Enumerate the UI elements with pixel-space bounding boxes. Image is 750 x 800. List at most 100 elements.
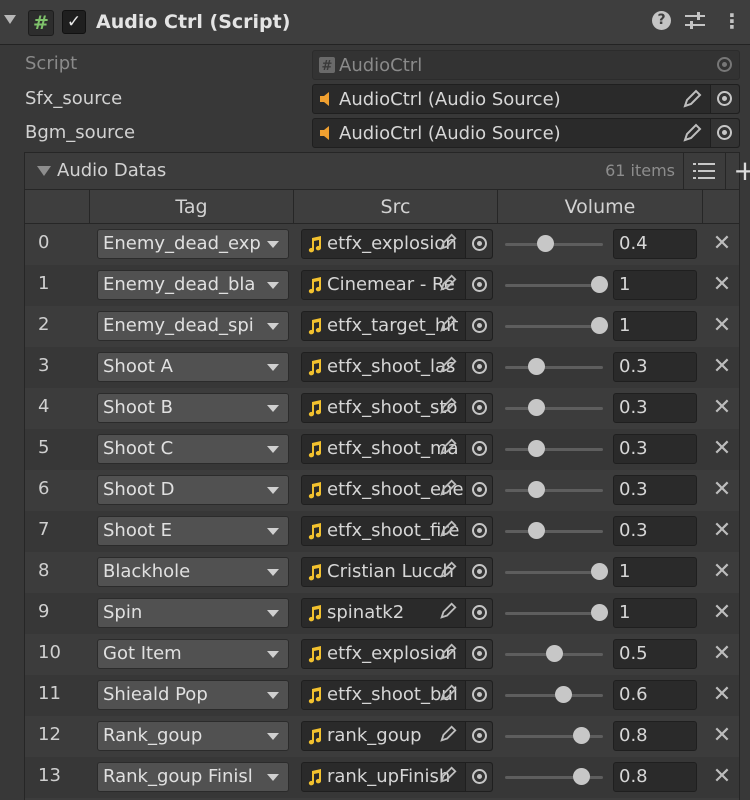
remove-item-icon[interactable]: ✕ <box>709 230 735 258</box>
tag-dropdown[interactable]: Rank_goup Finisl <box>97 762 289 792</box>
volume-slider-thumb[interactable] <box>591 276 608 293</box>
object-picker-icon[interactable] <box>465 640 492 668</box>
tag-dropdown[interactable]: Shoot D <box>97 475 289 505</box>
add-item-button[interactable]: + <box>731 156 750 186</box>
pencil-icon[interactable] <box>438 355 458 375</box>
src-audioclip-field[interactable]: etfx_shoot_ma <box>301 434 493 464</box>
volume-slider-thumb[interactable] <box>573 727 590 744</box>
remove-item-icon[interactable]: ✕ <box>709 599 735 627</box>
object-picker-icon[interactable] <box>710 119 739 147</box>
src-audioclip-field[interactable]: etfx_shoot_bul <box>301 680 493 710</box>
pencil-icon[interactable] <box>681 88 703 110</box>
help-icon[interactable]: ? <box>652 11 671 30</box>
volume-input[interactable]: 1 <box>613 557 697 587</box>
object-picker-icon[interactable] <box>465 722 492 750</box>
tag-dropdown[interactable]: Got Item <box>97 639 289 669</box>
volume-slider-track[interactable] <box>505 612 603 615</box>
volume-slider-thumb[interactable] <box>573 768 590 785</box>
volume-slider-thumb[interactable] <box>555 686 572 703</box>
src-audioclip-field[interactable]: etfx_shoot_ene <box>301 475 493 505</box>
list-foldout-arrow-icon[interactable] <box>37 166 51 176</box>
volume-input[interactable]: 0.8 <box>613 762 697 792</box>
tag-dropdown[interactable]: Blackhole <box>97 557 289 587</box>
object-picker-icon[interactable] <box>465 517 492 545</box>
src-audioclip-field[interactable]: spinatk2 <box>301 598 493 628</box>
src-audioclip-field[interactable]: etfx_target_hit <box>301 311 493 341</box>
volume-slider-track[interactable] <box>505 530 603 533</box>
volume-slider-thumb[interactable] <box>528 522 545 539</box>
src-audioclip-field[interactable]: Cinemear - Re <box>301 270 493 300</box>
object-picker-icon[interactable] <box>465 558 492 586</box>
volume-slider-track[interactable] <box>505 571 603 574</box>
tag-dropdown[interactable]: Shoot E <box>97 516 289 546</box>
src-column-header[interactable]: Src <box>294 190 497 224</box>
volume-input[interactable]: 0.6 <box>613 680 697 710</box>
pencil-icon[interactable] <box>438 683 458 703</box>
volume-input[interactable]: 0.8 <box>613 721 697 751</box>
tag-dropdown[interactable]: Enemy_dead_exp <box>97 229 289 259</box>
remove-item-icon[interactable]: ✕ <box>709 763 735 791</box>
src-audioclip-field[interactable]: etfx_shoot_fire <box>301 516 493 546</box>
bgm-source-field[interactable]: AudioCtrl (Audio Source) <box>312 118 740 148</box>
remove-item-icon[interactable]: ✕ <box>709 517 735 545</box>
pencil-icon[interactable] <box>438 765 458 785</box>
volume-slider-track[interactable] <box>505 284 603 287</box>
object-picker-icon[interactable] <box>465 763 492 791</box>
pencil-icon[interactable] <box>438 560 458 580</box>
volume-input[interactable]: 1 <box>613 598 697 628</box>
volume-slider-thumb[interactable] <box>528 399 545 416</box>
sfx-source-field[interactable]: AudioCtrl (Audio Source) <box>312 84 740 114</box>
component-enabled-checkbox[interactable]: ✓ <box>62 10 86 34</box>
pencil-icon[interactable] <box>438 642 458 662</box>
tag-dropdown[interactable]: Shoot C <box>97 434 289 464</box>
pencil-icon[interactable] <box>438 519 458 539</box>
volume-slider-track[interactable] <box>505 448 603 451</box>
remove-item-icon[interactable]: ✕ <box>709 722 735 750</box>
volume-slider-track[interactable] <box>505 694 603 697</box>
volume-input[interactable]: 0.3 <box>613 475 697 505</box>
pencil-icon[interactable] <box>438 437 458 457</box>
pencil-icon[interactable] <box>681 122 703 144</box>
remove-item-icon[interactable]: ✕ <box>709 435 735 463</box>
src-audioclip-field[interactable]: rank_goup <box>301 721 493 751</box>
object-picker-icon[interactable] <box>465 599 492 627</box>
presets-sliders-icon[interactable] <box>684 11 706 31</box>
volume-slider-track[interactable] <box>505 366 603 369</box>
volume-slider-thumb[interactable] <box>528 358 545 375</box>
volume-slider-thumb[interactable] <box>591 604 608 621</box>
pencil-icon[interactable] <box>438 601 458 621</box>
remove-item-icon[interactable]: ✕ <box>709 312 735 340</box>
remove-item-icon[interactable]: ✕ <box>709 394 735 422</box>
pencil-icon[interactable] <box>438 396 458 416</box>
object-picker-icon[interactable] <box>465 435 492 463</box>
volume-slider-thumb[interactable] <box>546 645 563 662</box>
kebab-menu-icon[interactable]: ⋮ <box>722 11 742 33</box>
volume-slider-thumb[interactable] <box>591 317 608 334</box>
pencil-icon[interactable] <box>438 724 458 744</box>
volume-input[interactable]: 1 <box>613 311 697 341</box>
foldout-arrow-icon[interactable] <box>4 15 16 24</box>
volume-slider-thumb[interactable] <box>528 440 545 457</box>
object-picker-icon[interactable] <box>465 681 492 709</box>
tag-dropdown[interactable]: Spin <box>97 598 289 628</box>
volume-slider-track[interactable] <box>505 489 603 492</box>
src-audioclip-field[interactable]: Cristian Lucch <box>301 557 493 587</box>
src-audioclip-field[interactable]: etfx_explosion <box>301 639 493 669</box>
remove-item-icon[interactable]: ✕ <box>709 353 735 381</box>
object-picker-icon[interactable] <box>465 312 492 340</box>
pencil-icon[interactable] <box>438 273 458 293</box>
remove-item-icon[interactable]: ✕ <box>709 476 735 504</box>
pencil-icon[interactable] <box>438 232 458 252</box>
src-audioclip-field[interactable]: etfx_explosion <box>301 229 493 259</box>
tag-dropdown[interactable]: Enemy_dead_bla <box>97 270 289 300</box>
object-picker-icon[interactable] <box>465 353 492 381</box>
volume-input[interactable]: 0.3 <box>613 516 697 546</box>
volume-slider-thumb[interactable] <box>537 235 554 252</box>
object-picker-icon[interactable] <box>465 476 492 504</box>
tag-dropdown[interactable]: Shoot A <box>97 352 289 382</box>
object-picker-icon[interactable] <box>710 85 739 113</box>
volume-input[interactable]: 1 <box>613 270 697 300</box>
remove-item-icon[interactable]: ✕ <box>709 558 735 586</box>
object-picker-icon[interactable] <box>465 230 492 258</box>
src-audioclip-field[interactable]: rank_upFinish <box>301 762 493 792</box>
